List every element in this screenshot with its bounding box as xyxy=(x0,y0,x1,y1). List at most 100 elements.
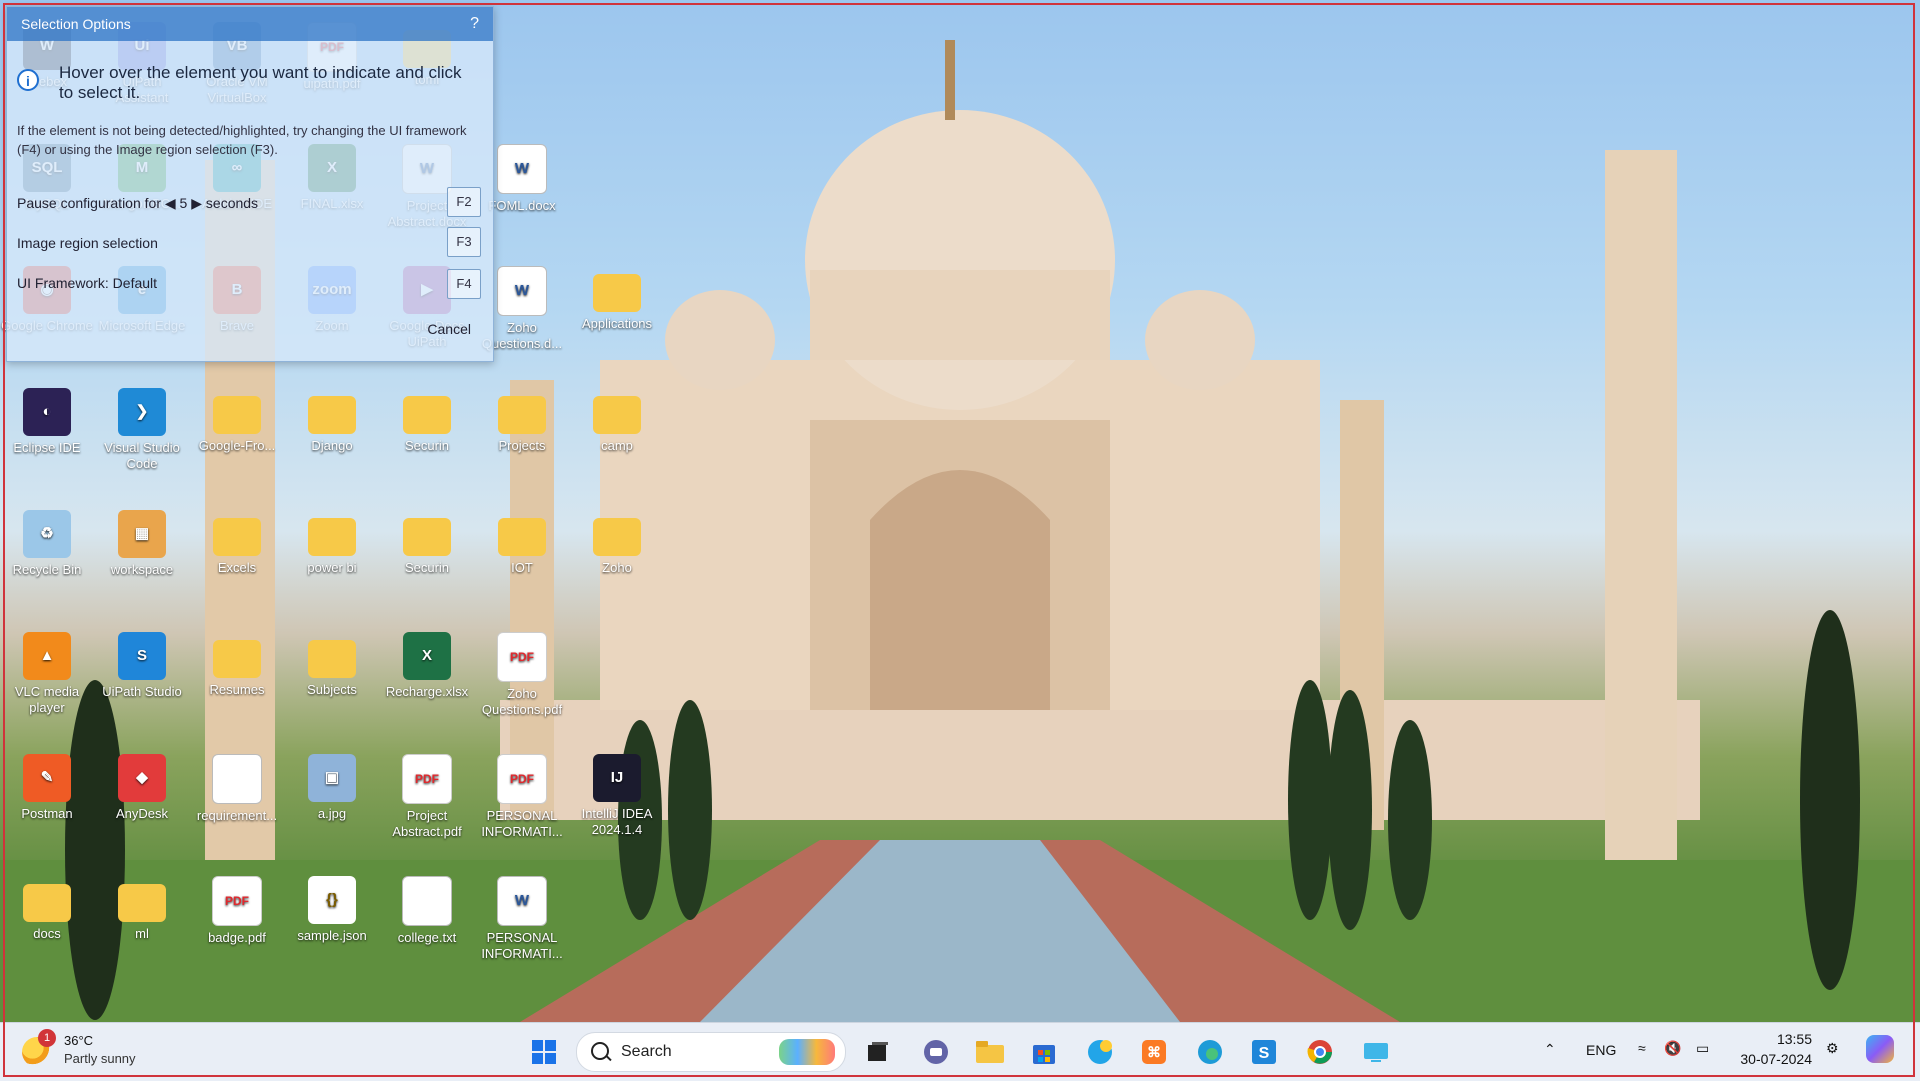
desktop-icon-19[interactable]: ❯ Visual Studio Code xyxy=(96,388,188,472)
desktop-icon-23[interactable]: Projects xyxy=(476,388,568,454)
desktop-icon-30[interactable]: IOT xyxy=(476,510,568,576)
desktop-icon-glyph-icon: {} xyxy=(308,876,356,924)
pause-value[interactable]: 5 xyxy=(180,195,188,211)
desktop-icon-glyph-icon: ❯ xyxy=(118,388,166,436)
desktop-icon-22[interactable]: Securin xyxy=(381,388,473,454)
desktop-icon-glyph-icon: W xyxy=(497,266,547,316)
desktop-icon-25[interactable]: ♻ Recycle Bin xyxy=(1,510,93,578)
desktop-icon-glyph-icon xyxy=(498,518,546,556)
pause-increase-icon[interactable]: ▶ xyxy=(191,195,202,211)
desktop-icon-glyph-icon: ▣ xyxy=(308,754,356,802)
desktop-icon-39[interactable]: ◆ AnyDesk xyxy=(96,754,188,822)
desktop-icon-label: Excels xyxy=(217,560,257,575)
desktop-icon-24[interactable]: camp xyxy=(571,388,663,454)
image-region-selection-option[interactable]: Image region selection xyxy=(17,235,158,251)
desktop-icon-38[interactable]: ✎ Postman xyxy=(1,754,93,822)
uipath-studio-icon[interactable]: S xyxy=(1246,1034,1282,1070)
search-highlight-icon xyxy=(779,1039,835,1065)
desktop-icon-34[interactable]: Resumes xyxy=(191,632,283,698)
desktop-icon-46[interactable]: ml xyxy=(96,876,188,942)
desktop-icon-20[interactable]: Google-Fro... xyxy=(191,388,283,454)
desktop-icon-glyph-icon: ◐ xyxy=(23,388,71,436)
taskbar-search-box[interactable]: Search xyxy=(576,1032,846,1072)
wifi-icon[interactable]: ≈ xyxy=(1638,1040,1646,1056)
desktop-icon-17[interactable]: Applications xyxy=(571,266,663,332)
desktop-icon-label: AnyDesk xyxy=(115,806,169,821)
show-hidden-icons-chevron-icon[interactable]: ⌃ xyxy=(1544,1041,1556,1058)
dialog-main-message: Hover over the element you want to indic… xyxy=(59,63,462,102)
xampp-icon[interactable]: ⌘ xyxy=(1136,1034,1172,1070)
desktop-icon-47[interactable]: PDF badge.pdf xyxy=(191,876,283,946)
clock-date[interactable]: 30-07-2024 xyxy=(1738,1051,1812,1067)
desktop-icon-label: Applications xyxy=(581,316,653,331)
desktop-icon-27[interactable]: Excels xyxy=(191,510,283,576)
chrome-icon[interactable] xyxy=(1302,1034,1338,1070)
volume-muted-icon[interactable]: 🔇 xyxy=(1664,1040,1681,1057)
language-indicator[interactable]: ENG xyxy=(1586,1042,1616,1058)
edge-icon[interactable] xyxy=(1192,1034,1228,1070)
clock-time[interactable]: 13:55 xyxy=(1748,1031,1812,1047)
desktop-icon-glyph-icon xyxy=(213,518,261,556)
desktop-icon-glyph-icon xyxy=(403,518,451,556)
desktop-icon-glyph-icon xyxy=(593,274,641,312)
desktop-icon-glyph-icon: ♻ xyxy=(23,510,71,558)
desktop-icon-42[interactable]: PDF Project Abstract.pdf xyxy=(381,754,473,840)
pause-decrease-icon[interactable]: ◀ xyxy=(165,195,176,211)
task-view-icon[interactable] xyxy=(860,1034,896,1070)
desktop-icon-glyph-icon xyxy=(118,884,166,922)
desktop-icon-18[interactable]: ◐ Eclipse IDE xyxy=(1,388,93,456)
ui-framework-shortcut-key[interactable]: F4 xyxy=(447,269,481,299)
chat-icon[interactable] xyxy=(918,1034,954,1070)
pause-configuration-row[interactable]: Pause configuration for ◀ 5 ▶ seconds xyxy=(17,195,258,212)
desktop-icon-26[interactable]: ▦ workspace xyxy=(96,510,188,578)
desktop-icon-28[interactable]: power bi xyxy=(286,510,378,576)
desktop-icon-label: Visual Studio Code xyxy=(104,440,180,471)
dialog-title: Selection Options xyxy=(7,7,493,41)
desktop-icon-50[interactable]: W PERSONAL INFORMATI... xyxy=(476,876,568,962)
desktop-icon-glyph-icon: S xyxy=(118,632,166,680)
copilot-help-icon[interactable] xyxy=(1082,1034,1118,1070)
desktop-icon-label: workspace xyxy=(110,562,174,577)
notifications-icon[interactable]: ⚙ xyxy=(1826,1040,1839,1057)
desktop-icon-36[interactable]: X Recharge.xlsx xyxy=(381,632,473,700)
desktop-icon-40[interactable]: requirement... xyxy=(191,754,283,824)
desktop-icon-37[interactable]: PDF Zoho Questions.pdf xyxy=(476,632,568,718)
file-explorer-icon[interactable] xyxy=(972,1034,1008,1070)
desktop-icon-32[interactable]: ▲ VLC media player xyxy=(1,632,93,716)
desktop-icon-glyph-icon: PDF xyxy=(402,754,452,804)
pause-unit-label: seconds xyxy=(205,195,259,211)
desktop-icon-glyph-icon: PDF xyxy=(212,876,262,926)
copilot-icon[interactable] xyxy=(1866,1035,1894,1063)
desktop-icon-45[interactable]: docs xyxy=(1,876,93,942)
desktop-icon-48[interactable]: {} sample.json xyxy=(286,876,378,944)
desktop-icon-glyph-icon xyxy=(308,640,356,678)
cancel-button[interactable]: Cancel xyxy=(427,321,471,337)
desktop-icon-33[interactable]: S UiPath Studio xyxy=(96,632,188,700)
desktop-icon-label: Postman xyxy=(21,806,73,821)
desktop-icon-29[interactable]: Securin xyxy=(381,510,473,576)
desktop-icon-43[interactable]: PDF PERSONAL INFORMATI... xyxy=(476,754,568,840)
pause-shortcut-key[interactable]: F2 xyxy=(447,187,481,217)
desktop-icon-label: a.jpg xyxy=(317,806,347,821)
desktop-icon-21[interactable]: Django xyxy=(286,388,378,454)
desktop-icon-35[interactable]: Subjects xyxy=(286,632,378,698)
desktop-icon-label: sample.json xyxy=(297,928,367,943)
desktop-icon-label: PERSONAL INFORMATI... xyxy=(481,930,563,961)
image-region-shortcut-key[interactable]: F3 xyxy=(447,227,481,257)
desktop-icon-41[interactable]: ▣ a.jpg xyxy=(286,754,378,822)
desktop-icon-label: IntelliJ IDEA 2024.1.4 xyxy=(581,806,653,837)
desktop-icon-label: badge.pdf xyxy=(208,930,266,945)
desktop-icon-label: power bi xyxy=(307,560,357,575)
remote-desktop-icon[interactable] xyxy=(1358,1034,1394,1070)
help-button[interactable]: ? xyxy=(470,7,479,41)
desktop-icon-31[interactable]: Zoho xyxy=(571,510,663,576)
battery-icon[interactable]: ▭ xyxy=(1696,1040,1709,1057)
desktop-icon-label: Subjects xyxy=(307,682,357,697)
desktop-icon-44[interactable]: IJ IntelliJ IDEA 2024.1.4 xyxy=(571,754,663,838)
ui-framework-option[interactable]: UI Framework: Default xyxy=(17,275,157,291)
windows-start-icon[interactable] xyxy=(526,1034,562,1070)
store-icon[interactable] xyxy=(1026,1034,1062,1070)
desktop-icon-glyph-icon xyxy=(213,396,261,434)
desktop-icon-49[interactable]: college.txt xyxy=(381,876,473,946)
pause-label: Pause configuration for xyxy=(17,195,161,211)
